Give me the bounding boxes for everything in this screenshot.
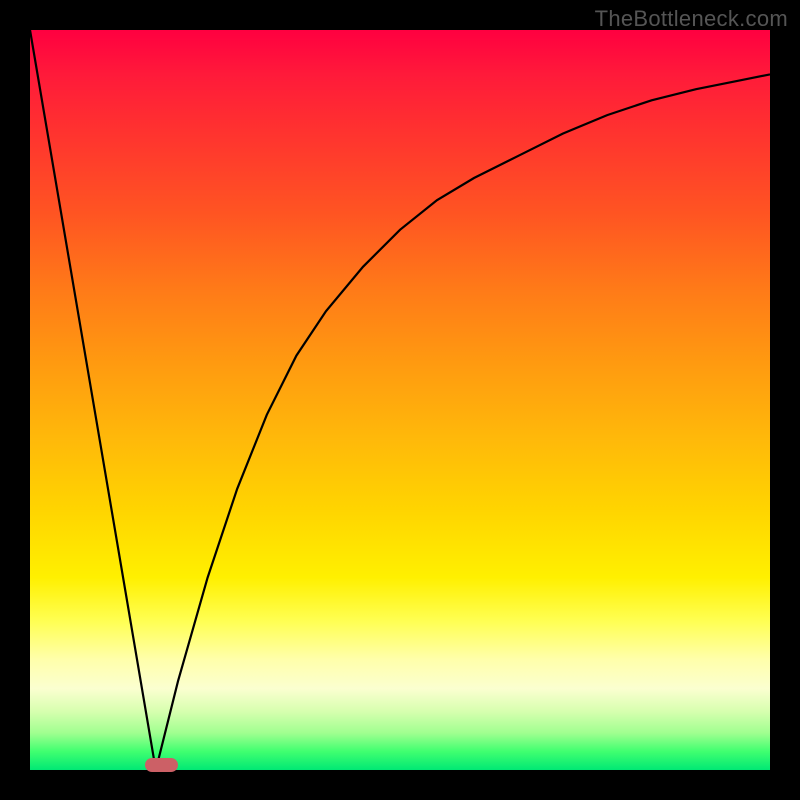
optimal-range-marker [145, 758, 178, 772]
chart-frame: TheBottleneck.com [0, 0, 800, 800]
chart-gradient-background [30, 30, 770, 770]
watermark-text: TheBottleneck.com [595, 6, 788, 32]
